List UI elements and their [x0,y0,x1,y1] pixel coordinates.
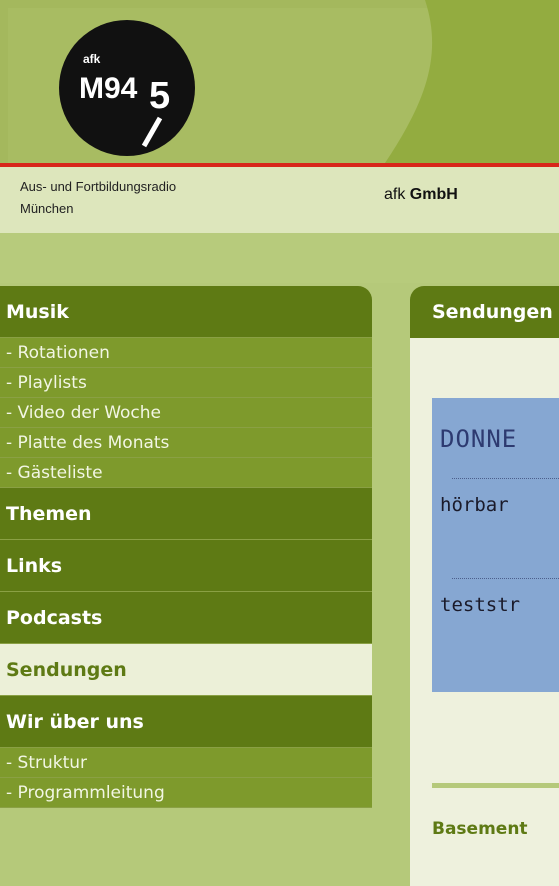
sidebar-item-podcasts[interactable]: Podcasts [0,592,372,644]
sidebar-item-themen[interactable]: Themen [0,488,372,540]
logo-five-text: 5 [149,75,170,117]
logo-m94-text: M94 [79,72,138,105]
sidebar-item-video-der-woche[interactable]: - Video der Woche [0,398,372,428]
section-title-basement[interactable]: Basement [432,819,528,839]
sidebar-item-playlists[interactable]: - Playlists [0,368,372,398]
program-schedule-box: DONNE hörbar teststr [432,398,559,692]
sidebar-item-links[interactable]: Links [0,540,372,592]
content-header-title: Sendungen [410,286,559,338]
program-item-teststr[interactable]: teststr [440,594,520,616]
content-divider [432,783,559,788]
program-separator [452,478,559,479]
program-day-label: DONNE [440,425,518,453]
content-body: DONNE hörbar teststr Basement [410,338,559,886]
logo-afk-text: afk [83,52,101,66]
sidebar-nav: Musik - Rotationen - Playlists - Video d… [0,286,372,886]
company-prefix: afk [384,186,406,203]
station-tagline: Aus- und Fortbildungsradio München [20,176,330,220]
sidebar-item-gaesteliste[interactable]: - Gästeliste [0,458,372,488]
program-separator [452,578,559,579]
sidebar-item-musik[interactable]: Musik [0,286,372,338]
sidebar-item-programmleitung[interactable]: - Programmleitung [0,778,372,808]
sidebar-item-platte-des-monats[interactable]: - Platte des Monats [0,428,372,458]
site-header: afk M94 5 [0,0,559,165]
main-content: Sendungen DONNE hörbar teststr Basement [410,286,559,886]
sidebar-item-rotationen[interactable]: - Rotationen [0,338,372,368]
sidebar-item-struktur[interactable]: - Struktur [0,748,372,778]
tagline-line2: München [20,201,74,216]
company-bold: GmbH [409,186,458,203]
company-name: afk GmbH [384,186,458,204]
tagline-line1: Aus- und Fortbildungsradio [20,179,177,194]
sidebar-item-wir-ueber-uns[interactable]: Wir über uns [0,696,372,748]
program-item-hoerbar[interactable]: hörbar [440,494,509,516]
spacer-band [0,233,559,283]
sidebar-item-sendungen[interactable]: Sendungen [0,644,372,696]
station-logo[interactable]: afk M94 5 [57,18,197,158]
